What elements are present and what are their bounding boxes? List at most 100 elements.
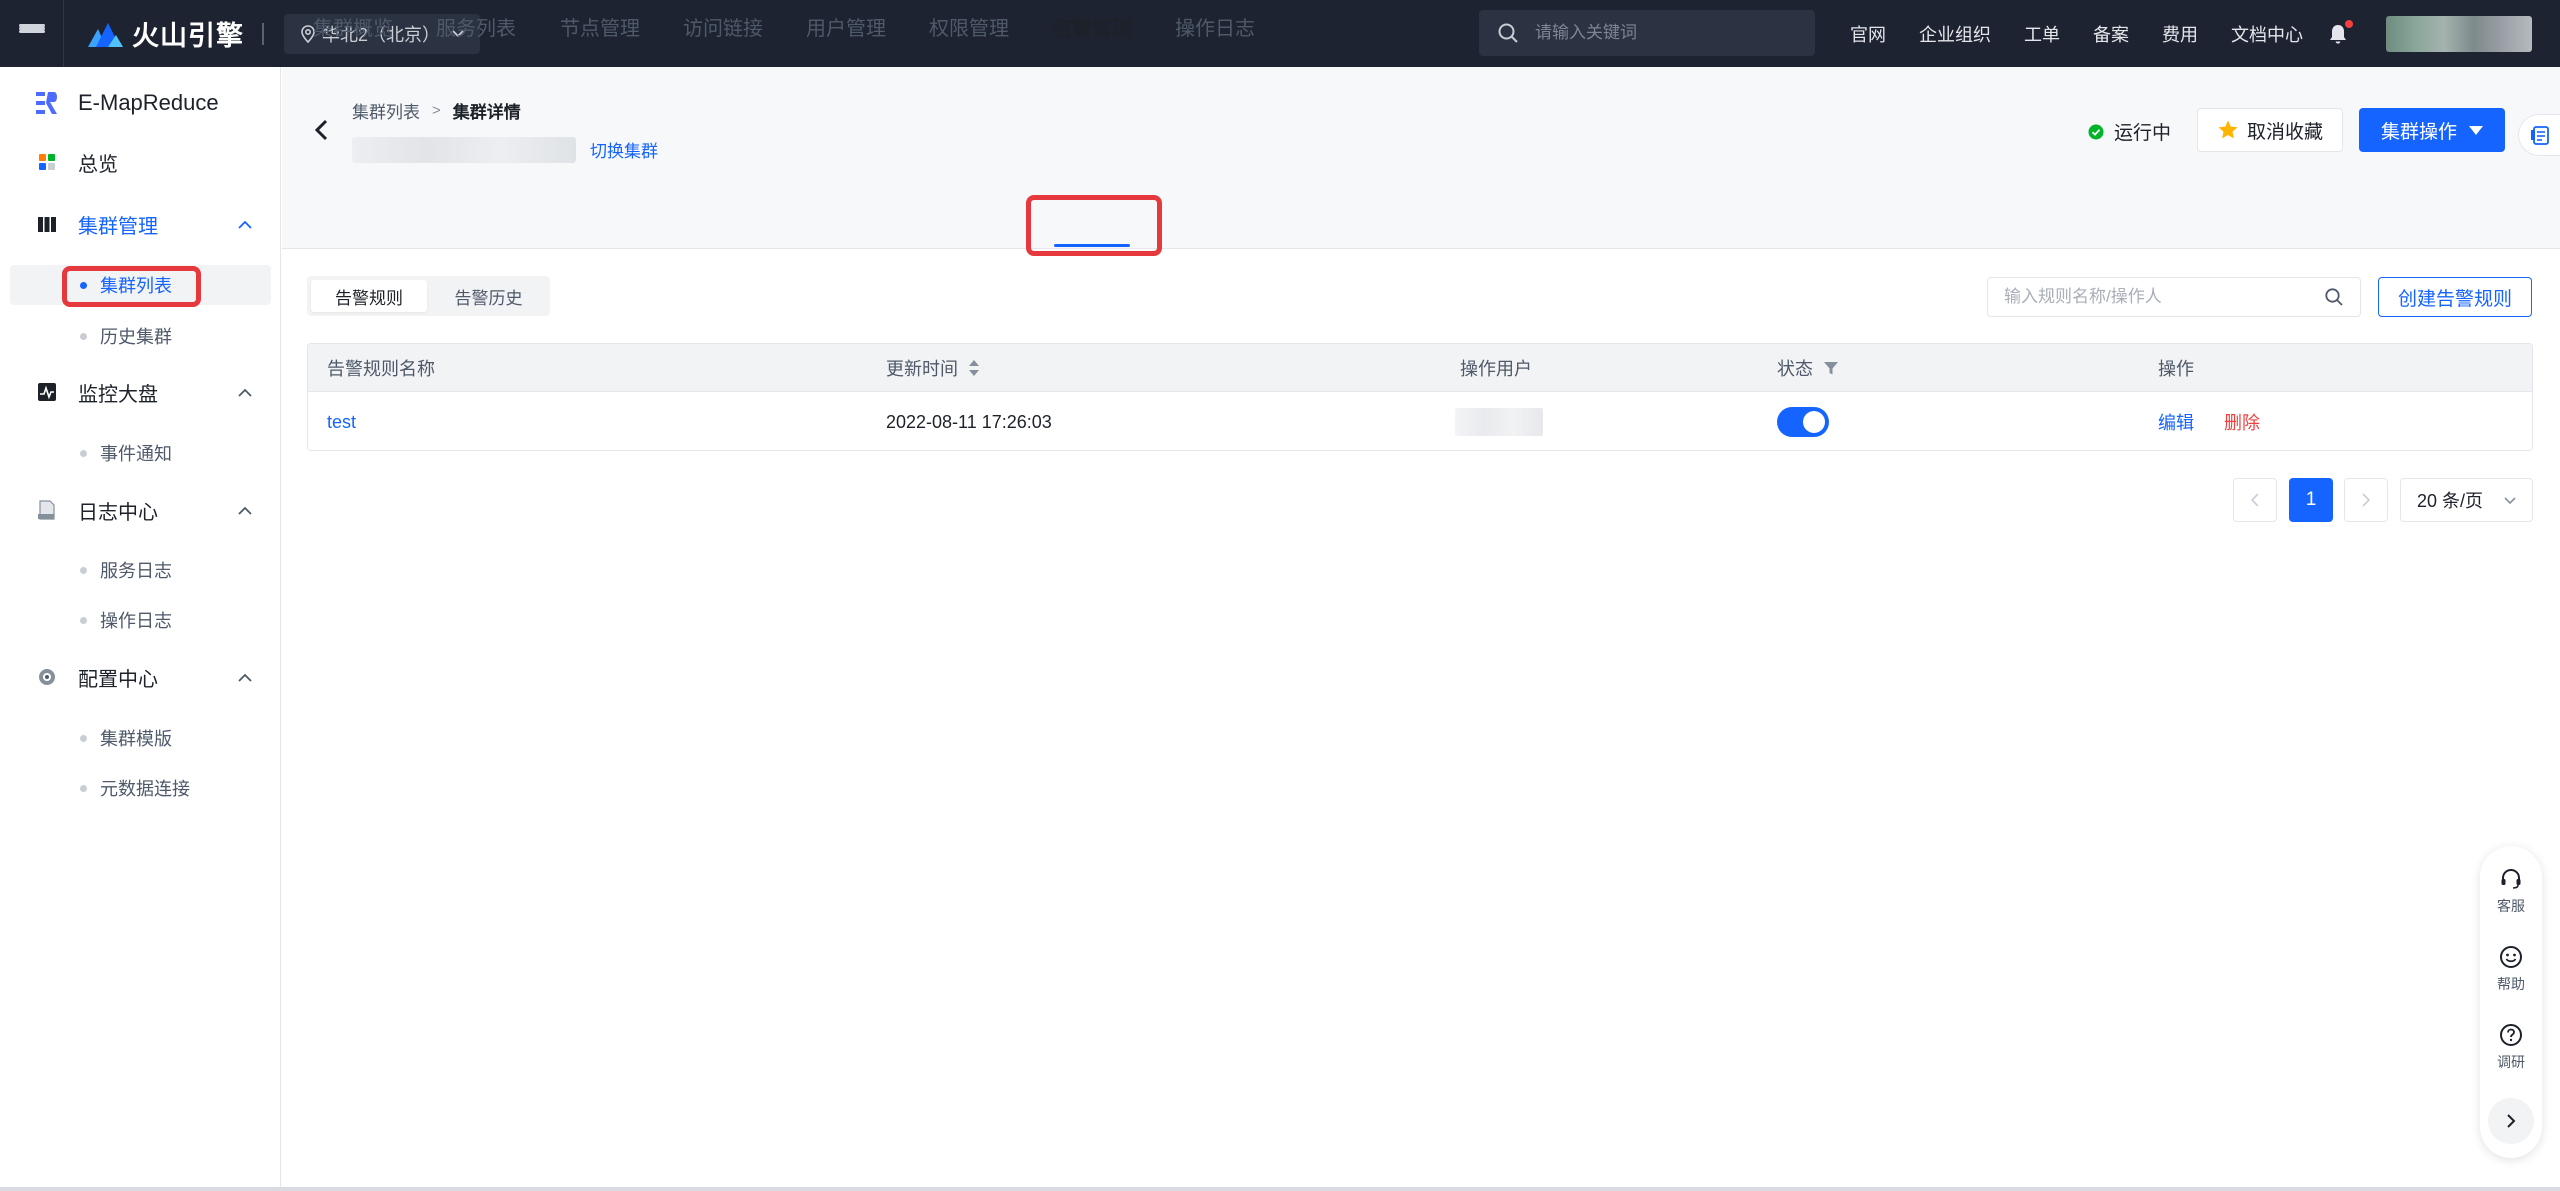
monitor-icon: [38, 383, 56, 401]
operator-redacted: [1455, 408, 1543, 436]
bullet-dot: [80, 332, 87, 340]
overview-icon: [39, 154, 55, 170]
tab-node-management[interactable]: 节点管理: [560, 0, 640, 52]
global-search-input[interactable]: [1535, 23, 1795, 43]
survey-label: 调研: [2497, 1054, 2525, 1070]
chevron-up-icon: [238, 673, 252, 682]
chevron-left-icon: [2250, 493, 2259, 507]
search-icon: [1498, 23, 1518, 43]
tab-user-management[interactable]: 用户管理: [806, 0, 886, 52]
rule-name-link[interactable]: test: [327, 392, 356, 450]
bullet-dot: [80, 734, 87, 742]
link-billing[interactable]: 费用: [2162, 21, 2198, 47]
brand[interactable]: 火山引擎: [86, 14, 264, 53]
bullet-dot: [80, 784, 87, 792]
tab-access-links[interactable]: 访问链接: [683, 0, 763, 52]
volcengine-logo-icon: [88, 22, 123, 47]
column-operator: 操作用户: [1460, 358, 1532, 379]
breadcrumb: 集群列表 > 集群详情: [352, 98, 521, 123]
sidebar-item-label: 日志中心: [78, 501, 158, 524]
chevron-down-icon: [2504, 497, 2516, 505]
cluster-name-redacted: [352, 137, 576, 163]
global-search: [1479, 10, 1815, 56]
tab-cluster-overview[interactable]: 集群概览: [313, 0, 393, 52]
bullet-dot: [80, 566, 87, 574]
tab-permission-management[interactable]: 权限管理: [929, 0, 1009, 52]
chevron-up-icon: [238, 506, 252, 515]
sidebar-item-config-center[interactable]: 配置中心: [0, 657, 281, 697]
customer-service-button[interactable]: 客服: [2480, 866, 2542, 926]
sidebar-subitem-event-notification[interactable]: 事件通知: [10, 433, 271, 473]
document-icon: [2530, 126, 2549, 145]
sidebar-subitem-history-clusters[interactable]: 历史集群: [10, 316, 271, 356]
search-icon[interactable]: [2324, 287, 2344, 307]
sidebar-item-label: 总览: [78, 153, 118, 176]
hamburger-menu-button[interactable]: [0, 0, 64, 67]
sidebar-subitem-metadata-connection[interactable]: 元数据连接: [10, 768, 271, 808]
chevron-up-icon: [238, 388, 252, 397]
link-icp[interactable]: 备案: [2093, 21, 2129, 47]
delete-rule-button[interactable]: 删除: [2224, 409, 2260, 435]
switch-cluster-link[interactable]: 切换集群: [590, 137, 658, 162]
survey-button[interactable]: 调研: [2480, 1022, 2542, 1082]
smile-icon: [2500, 946, 2522, 968]
link-docs[interactable]: 文档中心: [2231, 21, 2303, 47]
breadcrumb-cluster-detail: 集群详情: [452, 103, 521, 122]
segment-alert-history[interactable]: 告警历史: [431, 280, 546, 312]
link-official-site[interactable]: 官网: [1850, 21, 1886, 47]
hamburger-icon: [18, 23, 45, 44]
side-document-button[interactable]: [2518, 114, 2560, 156]
help-label: 帮助: [2497, 976, 2525, 992]
prev-page-button[interactable]: [2233, 478, 2277, 522]
create-alert-rule-button[interactable]: 创建告警规则: [2378, 277, 2532, 317]
unfavorite-button[interactable]: 取消收藏: [2197, 108, 2343, 152]
user-account-avatar[interactable]: [2386, 16, 2532, 52]
sidebar-subitem-label: 操作日志: [100, 611, 172, 631]
column-rule-name: 告警规则名称: [327, 358, 435, 379]
product-title: E-MapReduce: [34, 85, 219, 121]
cluster-operations-button[interactable]: 集群操作: [2359, 108, 2505, 152]
unfavorite-label: 取消收藏: [2246, 121, 2323, 143]
link-organization[interactable]: 企业组织: [1919, 21, 1991, 47]
brand-separator: [262, 22, 264, 45]
sidebar-item-cluster-management[interactable]: 集群管理: [0, 204, 281, 244]
cluster-operations-label: 集群操作: [2380, 121, 2457, 143]
link-tickets[interactable]: 工单: [2024, 21, 2060, 47]
column-status[interactable]: 状态: [1777, 344, 1839, 391]
edit-rule-button[interactable]: 编辑: [2158, 409, 2194, 435]
collapse-panel-button[interactable]: [2488, 1098, 2534, 1144]
back-arrow-icon[interactable]: [312, 118, 330, 142]
sidebar-subitem-cluster-templates[interactable]: 集群模版: [10, 718, 271, 758]
tab-alert-management[interactable]: 告警管理: [1052, 0, 1132, 52]
sort-icon: [969, 359, 979, 376]
page-size-select[interactable]: 20 条/页: [2400, 478, 2533, 522]
brand-name: 火山引擎: [132, 21, 244, 51]
sidebar-subitem-operation-logs[interactable]: 操作日志: [10, 600, 271, 640]
rule-operator: [1455, 392, 1543, 450]
segment-alert-rules[interactable]: 告警规则: [311, 280, 427, 312]
rule-enabled-toggle[interactable]: [1777, 407, 1829, 437]
chevron-up-icon: [238, 220, 252, 229]
status-label: 运行中: [2114, 123, 2172, 144]
rule-status: [1777, 392, 1829, 450]
next-page-button[interactable]: [2344, 478, 2388, 522]
column-actions: 操作: [2158, 358, 2194, 379]
sidebar-subitem-service-logs[interactable]: 服务日志: [10, 550, 271, 590]
caret-down-icon: [2469, 125, 2483, 135]
sidebar-item-log-center[interactable]: 日志中心: [0, 490, 281, 530]
cluster-icon: [38, 217, 56, 232]
page-number-current[interactable]: 1: [2289, 478, 2333, 522]
breadcrumb-cluster-list[interactable]: 集群列表: [352, 98, 420, 123]
highlight-box-cluster-list: [62, 266, 201, 307]
tab-operation-logs[interactable]: 操作日志: [1175, 0, 1255, 52]
sidebar-item-overview[interactable]: 总览: [0, 142, 281, 182]
tab-service-list[interactable]: 服务列表: [436, 0, 516, 52]
help-button[interactable]: 帮助: [2480, 944, 2542, 1004]
column-updated-time[interactable]: 更新时间: [886, 344, 980, 391]
sidebar-subitem-label: 历史集群: [100, 327, 172, 347]
sidebar-item-monitoring[interactable]: 监控大盘: [0, 372, 281, 412]
highlight-box-alert-tab: [1026, 195, 1162, 256]
sidebar-item-label: 配置中心: [78, 668, 158, 691]
notification-dot: [2345, 20, 2353, 28]
rule-search-input[interactable]: [2004, 287, 2304, 307]
